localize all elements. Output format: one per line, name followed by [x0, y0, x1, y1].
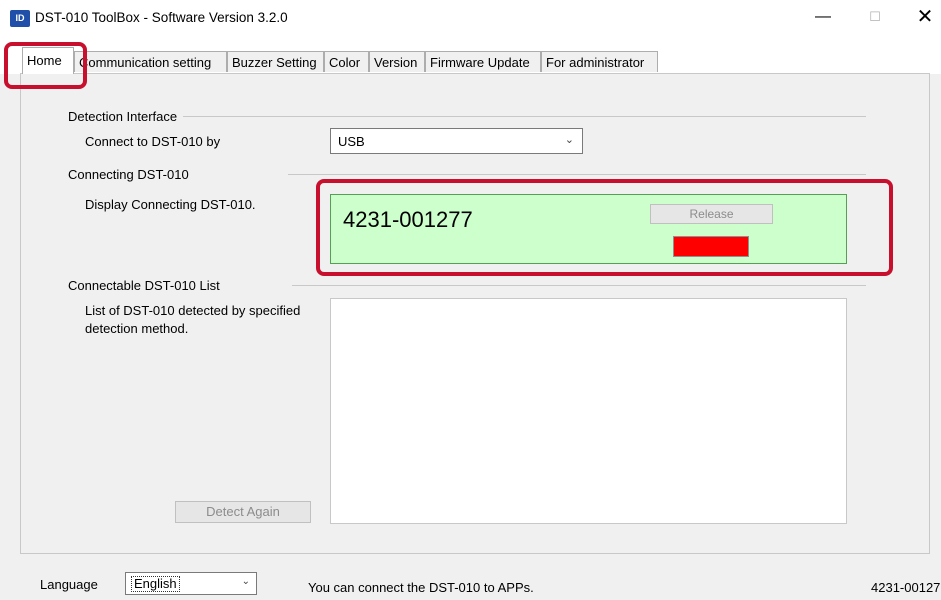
connecting-panel-highlight — [316, 179, 893, 276]
language-value: English — [131, 576, 180, 592]
status-message: You can connect the DST-010 to APPs. — [308, 580, 534, 595]
chevron-down-icon: ⌄ — [241, 576, 250, 587]
connection-type-select[interactable]: USB ⌄ — [330, 128, 583, 154]
app-icon: ID — [10, 10, 30, 27]
connect-by-label: Connect to DST-010 by — [85, 134, 221, 149]
divider — [182, 116, 866, 117]
connectable-description-line2: detection method. — [85, 321, 189, 336]
divider — [288, 174, 866, 175]
language-select[interactable]: English ⌄ — [125, 572, 257, 595]
tab-communication-setting[interactable]: Communication setting — [74, 51, 227, 72]
connecting-title: Connecting DST-010 — [68, 167, 195, 182]
tab-buzzer-setting[interactable]: Buzzer Setting — [227, 51, 324, 72]
detect-again-button[interactable]: Detect Again — [175, 501, 311, 523]
connecting-description: Display Connecting DST-010. — [85, 197, 256, 212]
home-tab-highlight — [4, 42, 87, 89]
tab-color[interactable]: Color — [324, 51, 369, 72]
connectable-description-line1: List of DST-010 detected by specified — [85, 303, 301, 318]
tab-version[interactable]: Version — [369, 51, 425, 72]
connectable-list-title: Connectable DST-010 List — [68, 278, 226, 293]
language-label: Language — [40, 577, 98, 592]
chevron-down-icon: ⌄ — [564, 134, 574, 146]
window-title: DST-010 ToolBox - Software Version 3.2.0 — [35, 10, 288, 25]
tab-firmware-update[interactable]: Firmware Update — [425, 51, 541, 72]
status-serial: 4231-00127 — [871, 580, 941, 595]
detection-interface-title: Detection Interface — [68, 109, 184, 124]
close-icon[interactable]: ✕ — [902, 2, 941, 32]
minimize-icon[interactable]: — — [800, 2, 846, 32]
divider — [292, 285, 866, 286]
tab-for-administrator[interactable]: For administrator — [541, 51, 658, 72]
connection-type-value: USB — [338, 134, 365, 149]
connectable-device-list[interactable] — [330, 298, 847, 524]
maximize-icon[interactable]: ☐ — [852, 2, 898, 32]
